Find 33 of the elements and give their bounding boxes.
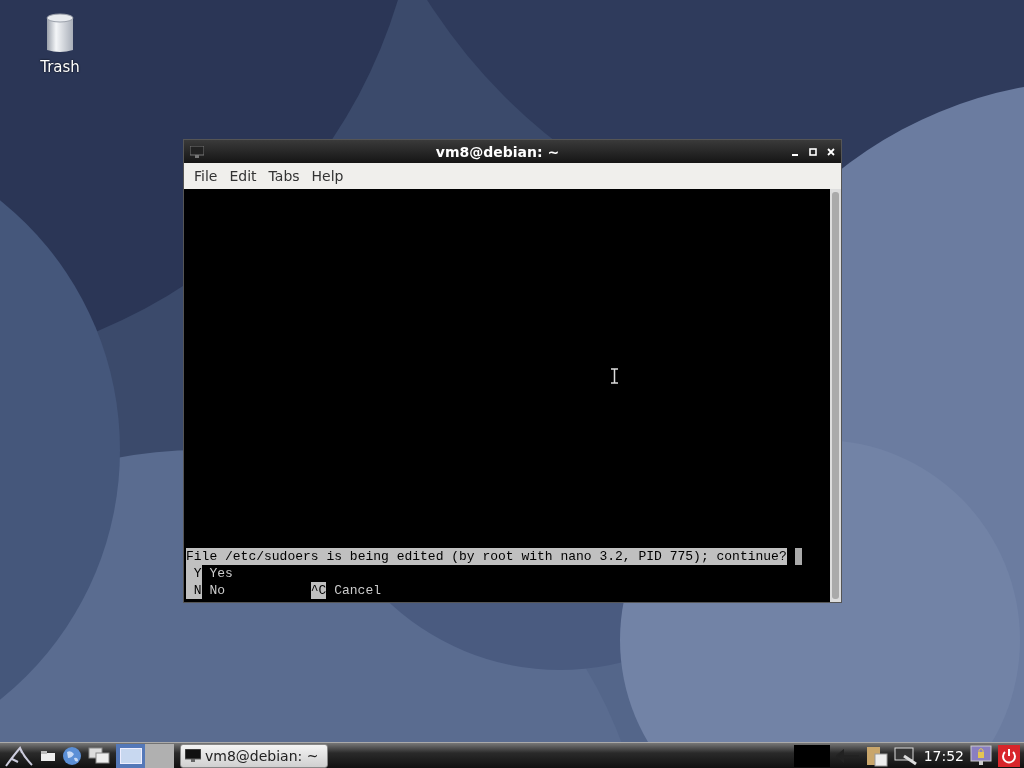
tray-panel (793, 744, 830, 767)
folder-icon[interactable] (40, 748, 56, 763)
shortcut-label: No (209, 582, 225, 599)
prompt-text: File /etc/sudoers is being edited (by root with nano 3.2, PID 775); continue? (186, 548, 787, 565)
clock[interactable]: 17:52 (923, 747, 964, 764)
menu-item[interactable]: Tabs (262, 166, 306, 186)
lock-screen-icon[interactable] (970, 744, 992, 767)
desktop-switcher[interactable] (116, 743, 145, 768)
text-cursor-icon (611, 368, 618, 384)
power-icon[interactable] (998, 744, 1020, 767)
maximize-icon[interactable] (809, 147, 817, 156)
trash-can-icon[interactable] (45, 12, 75, 54)
desktop-switcher[interactable] (145, 743, 174, 768)
shortcut-label: Yes (209, 565, 233, 582)
window-title: vm8@debian: ~ (434, 143, 561, 160)
menu-icon[interactable] (4, 744, 34, 767)
monitor-icon (185, 749, 201, 762)
icon-label[interactable]: Trash (40, 58, 80, 76)
close-icon[interactable] (827, 147, 835, 156)
shortcut-key: ^C (310, 582, 327, 599)
menu-item[interactable]: Help (305, 166, 350, 186)
shortcut-label: Cancel (334, 582, 382, 599)
text-cursor (794, 548, 803, 565)
shortcut-key: N (186, 582, 202, 599)
globe-icon[interactable] (62, 745, 82, 766)
menu-item[interactable]: Edit (223, 166, 263, 186)
shortcut-key: Y (186, 565, 202, 582)
windows-icon[interactable] (88, 746, 110, 765)
network-icon[interactable] (893, 745, 918, 766)
clipboard-icon[interactable] (865, 744, 888, 767)
monitor-icon (190, 145, 204, 158)
menu-item[interactable]: File (188, 166, 224, 186)
task-button[interactable]: vm8@debian: ~ (180, 743, 328, 768)
